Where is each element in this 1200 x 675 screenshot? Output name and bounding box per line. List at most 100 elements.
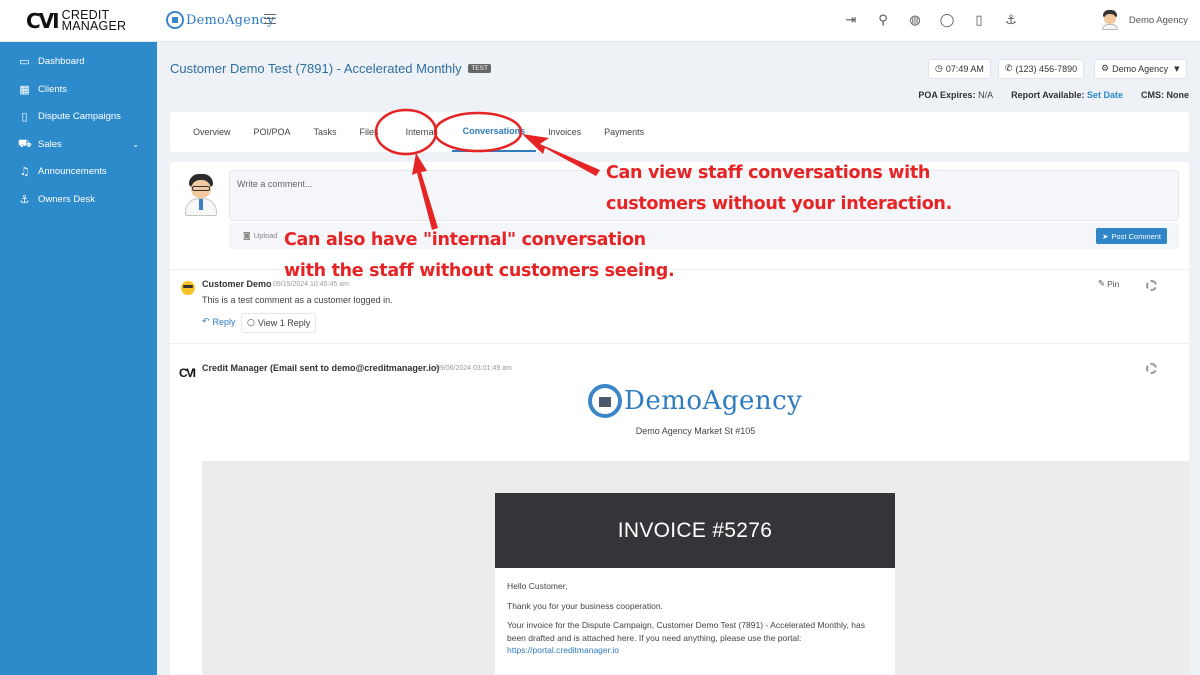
tab-poi-poa[interactable]: POI/POA [243,112,302,152]
cms-label: CMS: [1140,90,1164,100]
cms-value: None [1166,90,1190,100]
comment-options-icon[interactable] [1146,363,1157,374]
tab-files[interactable]: Files [349,112,390,152]
sidebar-item-label: Dispute Campaigns [38,111,121,123]
brand-mark: CVI [26,9,60,33]
poa-label: POA Expires: [918,90,976,100]
brand-text: CREDIT MANAGER [61,9,127,33]
comment-placeholder: Write a comment... [237,179,313,189]
client-tabs: Overview POI/POA Tasks Files Internal Co… [170,112,1189,152]
avatar [182,174,220,216]
upload-label: Upload [253,231,278,240]
monitor-icon: ▭ [19,55,30,69]
user-name: Demo Agency [1128,14,1188,26]
search-icon[interactable]: ⚲ [874,12,892,30]
user-menu[interactable]: Demo Agency [1101,10,1188,30]
divider [170,343,1189,344]
pin-icon: ✎ [1098,279,1106,289]
reply-icon: ↶ [202,317,210,327]
reply-button[interactable]: ↶ Reply [202,317,236,327]
sidebar-item-announcements[interactable]: ♫ Announcements [0,158,157,186]
tab-invoices[interactable]: Invoices [537,112,592,152]
comment-text: This is a test comment as a customer log… [202,295,393,305]
sidebar-item-sales[interactable]: ⛟ Sales ⌄ [0,131,157,159]
comment-options-icon[interactable] [1146,280,1157,291]
invoice-title: INVOICE #5276 [495,493,895,568]
sidebar-item-label: Owners Desk [38,193,96,205]
comment-author: Credit Manager (Email sent to demo@credi… [202,363,440,373]
customer-emoji-avatar [181,281,195,295]
test-badge: TEST [468,64,491,74]
set-date-link[interactable]: Set Date [1087,90,1123,100]
sidebar-item-dispute-campaigns[interactable]: ▯ Dispute Campaigns [0,103,157,131]
camera-icon: ◙ [243,231,251,240]
time-button[interactable]: ◷ 07:49 AM [928,59,991,79]
internal-annotation: Can also have "internal" conversation wi… [284,225,675,287]
top-header: CVI CREDIT MANAGER DemoAgency ⇥ ⚲ ◍ ◯ ▯ … [0,0,1200,42]
caret-down-icon: ▼ [1174,65,1180,73]
view-replies-button[interactable]: ○ View 1 Reply [241,313,317,333]
phone-button[interactable]: ✆ (123) 456-7890 [998,59,1085,79]
bookmark-icon: ▯ [21,110,28,124]
building-icon: ▦ [19,82,30,96]
invoice-thanks: Thank you for your business cooperation. [507,600,663,611]
annotation-line: customers without your interaction. [606,194,952,214]
agency-logo: DemoAgency [166,11,275,29]
annotation-line: Can also have "internal" conversation [284,230,646,250]
chevron-down-icon: ⌄ [132,139,139,149]
pin-button[interactable]: ✎ Pin [1098,279,1119,289]
document-add-icon[interactable]: ▯ [970,12,988,30]
annotation-line: with the staff without customers seeing. [284,261,675,281]
tab-internal[interactable]: Internal [391,112,451,152]
tab-payments[interactable]: Payments [593,112,655,152]
cms-status: CMS: None [1141,90,1189,100]
credit-manager-logo[interactable]: CVI CREDIT MANAGER [0,0,157,42]
sidebar: ▭ Dashboard ▦ Clients ▯ Dispute Campaign… [0,42,157,675]
globe-icon[interactable]: ◍ [906,12,924,30]
agency-logo-text: DemoAgency [186,12,275,28]
email-logo-text: DemoAgency [624,386,803,416]
cart-icon: ⛟ [18,136,32,150]
upload-button[interactable]: ◙ Upload [243,231,278,240]
phone-icon: ✆ [1005,64,1013,74]
agency-logo-icon [588,384,622,418]
menu-toggle-icon[interactable] [264,14,276,24]
sidebar-item-dashboard[interactable]: ▭ Dashboard [0,48,157,76]
post-comment-button[interactable]: ➤ Post Comment [1096,228,1167,244]
agency-select[interactable]: ⚙ Demo Agency ▼ [1094,59,1187,79]
invoice-greeting: Hello Customer, [507,581,568,591]
agency-select-label: Demo Agency [1112,64,1169,74]
clock-icon: ◷ [935,64,943,74]
report-available: Report Available: Set Date [1011,90,1123,100]
pin-label: Pin [1107,279,1120,289]
comment-author: Customer Demo [202,279,272,289]
email-agency-logo: DemoAgency [588,384,802,418]
page-title: Customer Demo Test (7891) - Accelerated … [170,61,491,76]
poa-value: N/A [978,90,994,100]
sidebar-item-clients[interactable]: ▦ Clients [0,76,157,104]
poa-expires: POA Expires: N/A [918,90,993,100]
anchor-icon[interactable]: ⚓ [1002,12,1020,30]
credit-manager-small-logo: CVI [179,366,196,380]
tab-conversations[interactable]: Conversations [451,112,537,152]
sidebar-item-label: Dashboard [38,56,85,68]
sidebar-item-label: Announcements [38,166,107,178]
page-title-text: Customer Demo Test (7891) - Accelerated … [170,61,462,76]
invoice-body: Hello Customer, Thank you for your busin… [495,568,895,675]
comment-timestamp: 09/06/2024 03:01:49 am [436,365,512,372]
invoice-card: INVOICE #5276 Hello Customer, Thank you … [495,493,895,675]
email-address: Demo Agency Market St #105 [635,426,756,436]
anchor-icon: ⚓ [19,192,30,206]
tab-tasks[interactable]: Tasks [303,112,348,152]
sidebar-item-owners-desk[interactable]: ⚓ Owners Desk [0,186,157,214]
tab-overview[interactable]: Overview [182,112,242,152]
view-replies-label: View 1 Reply [257,318,311,328]
brand-line2: MANAGER [61,19,127,33]
sign-out-icon[interactable]: ⇥ [842,12,860,30]
conversations-annotation: Can view staff conversations with custom… [606,158,952,220]
invoice-message-text: Your invoice for the Dispute Campaign, C… [507,620,865,643]
report-label: Report Available: [1011,90,1085,100]
portal-link[interactable]: https://portal.creditmanager.io [507,645,619,655]
bell-icon: ♫ [19,165,30,179]
chat-icon[interactable]: ◯ [938,12,956,30]
